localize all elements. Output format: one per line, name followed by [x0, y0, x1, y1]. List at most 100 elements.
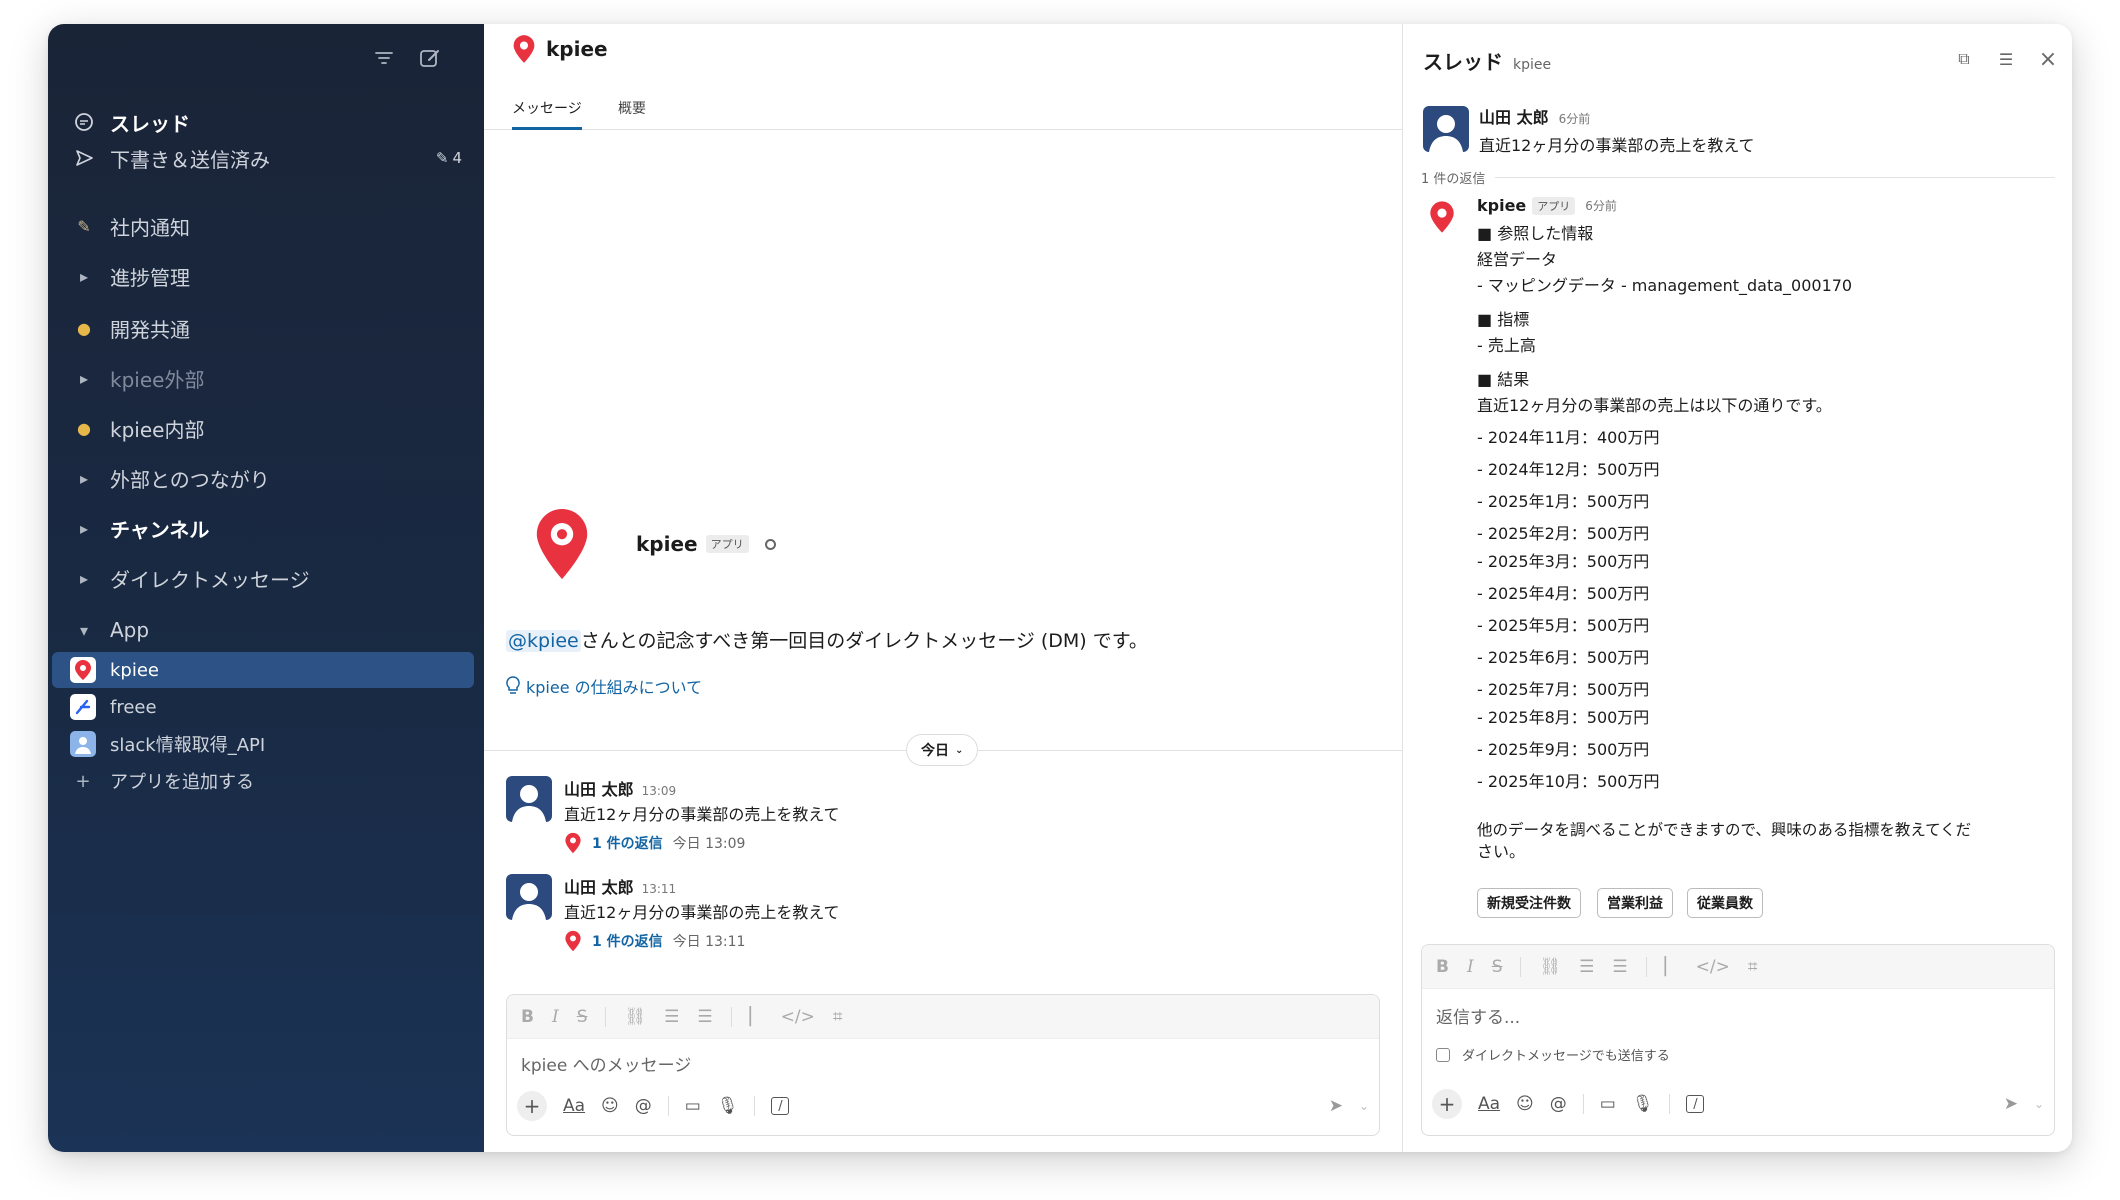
sidebar-item-kpiee-external[interactable]: ▸ kpiee外部 [70, 360, 462, 396]
open-in-window-icon[interactable]: ⧉ [1951, 46, 1977, 72]
reply-count-label: 1 件の返信 [1421, 172, 1486, 187]
emoji-icon[interactable]: ☺ [1516, 1094, 1534, 1114]
video-icon[interactable]: ▭ [685, 1096, 701, 1116]
tab-messages[interactable]: メッセージ [512, 98, 582, 130]
message-author: 山田 太郎 13:11 [564, 874, 676, 898]
strikethrough-icon[interactable]: S [577, 1007, 588, 1027]
text-format-icon[interactable]: Aa [1478, 1094, 1500, 1114]
also-send-option[interactable]: ダイレクトメッセージでも送信する [1436, 1045, 1670, 1064]
sidebar-app-freee[interactable]: freee [52, 689, 474, 725]
thread-reply-link[interactable]: 1 件の返信 今日 13:11 [564, 930, 745, 952]
author-name[interactable]: kpiee [1477, 196, 1526, 215]
sidebar-app-slack-api[interactable]: slack情報取得_API [52, 726, 474, 762]
italic-icon[interactable]: I [552, 1007, 559, 1027]
bullet-list-icon[interactable]: ☰ [697, 1007, 712, 1027]
slash-command-icon[interactable]: / [771, 1097, 790, 1115]
author-name[interactable]: 山田 太郎 [1479, 108, 1549, 127]
send-icon[interactable]: ➤ [1329, 1096, 1343, 1116]
sidebar-item-channels[interactable]: ▸ チャンネル [70, 510, 462, 546]
code-icon[interactable]: </> [1696, 957, 1730, 977]
divider [754, 1096, 756, 1116]
chip-employees-button[interactable]: 従業員数 [1687, 888, 1763, 918]
microphone-icon[interactable]: 🎙 [717, 1096, 739, 1116]
code-icon[interactable]: </> [781, 1007, 815, 1027]
ordered-list-icon[interactable]: ☰ [1579, 957, 1594, 977]
app-window: スレッド 下書き＆送信済み ✎ 4 ✎ 社内通知 ▸ 進捗管理 ● 開発共通 ▸ … [48, 24, 2072, 1152]
how-it-works-link[interactable]: kpiee の仕組みについて [506, 674, 702, 698]
reply-count[interactable]: 1 件の返信 [592, 833, 663, 853]
mention-link[interactable]: @kpiee [506, 630, 581, 652]
sidebar-item-label: kpiee外部 [110, 367, 205, 392]
bold-icon[interactable]: B [1436, 957, 1449, 977]
code-block-icon[interactable]: ⌗ [1748, 957, 1758, 977]
link-icon[interactable]: ⛓ [624, 1007, 646, 1027]
sidebar-item-progress[interactable]: ▸ 進捗管理 [70, 258, 462, 294]
message-time[interactable]: 13:09 [642, 784, 677, 798]
user-avatar[interactable] [1423, 106, 1469, 152]
sidebar-item-dms[interactable]: ▸ ダイレクトメッセージ [70, 560, 462, 596]
sidebar-item-threads[interactable]: スレッド [70, 104, 462, 140]
link-icon[interactable]: ⛓ [1539, 957, 1561, 977]
reply-count[interactable]: 1 件の返信 [592, 931, 663, 951]
channel-title[interactable]: kpiee [512, 34, 608, 64]
blockquote-icon[interactable]: ▏ [1665, 957, 1678, 977]
sidebar-item-label: 下書き＆送信済み [110, 147, 270, 172]
text-format-icon[interactable]: Aa [563, 1096, 585, 1116]
chip-operating-profit-button[interactable]: 営業利益 [1597, 888, 1673, 918]
chevron-down-icon[interactable]: ⌄ [2034, 1097, 2044, 1111]
sidebar-item-connections[interactable]: ▸ 外部とのつながり [70, 460, 462, 496]
blockquote-icon[interactable]: ▏ [750, 1007, 763, 1027]
italic-icon[interactable]: I [1467, 957, 1474, 977]
reply-line: - 2025年7月：500万円 [1477, 680, 1650, 699]
author-name[interactable]: 山田 太郎 [564, 878, 634, 897]
mention-icon[interactable]: @ [635, 1096, 652, 1116]
date-divider-button[interactable]: 今日 ⌄ [906, 734, 979, 766]
user-avatar[interactable] [506, 776, 552, 822]
chevron-down-icon[interactable]: ⌄ [1359, 1099, 1369, 1113]
mention-icon[interactable]: @ [1550, 1094, 1567, 1114]
pin-icon: ✎ [77, 216, 91, 236]
sidebar-item-kpiee-internal[interactable]: ● kpiee内部 [70, 410, 462, 446]
sidebar-item-drafts[interactable]: 下書き＆送信済み ✎ 4 [70, 140, 462, 176]
slash-command-icon[interactable]: / [1686, 1095, 1705, 1113]
author-name[interactable]: 山田 太郎 [564, 780, 634, 799]
message-text: 直近12ヶ月分の事業部の売上を教えて [564, 805, 840, 824]
sidebar-item-notice[interactable]: ✎ 社内通知 [70, 208, 462, 244]
chip-new-orders-button[interactable]: 新規受注件数 [1477, 888, 1581, 918]
sidebar-item-label: 社内通知 [110, 215, 190, 240]
message-time[interactable]: 6分前 [1585, 197, 1617, 214]
message-input[interactable]: kpiee へのメッセージ [521, 1051, 691, 1076]
plus-icon[interactable]: + [517, 1091, 547, 1121]
compose-icon[interactable] [416, 44, 444, 72]
video-icon[interactable]: ▭ [1600, 1094, 1616, 1114]
kpiee-avatar-icon[interactable] [1429, 200, 1455, 238]
checkbox[interactable] [1436, 1047, 1450, 1062]
sidebar-app-kpiee[interactable]: kpiee [52, 652, 474, 688]
bullet-list-icon[interactable]: ☰ [1612, 957, 1627, 977]
reply-line: - 2024年11月：400万円 [1477, 428, 1660, 447]
bold-icon[interactable]: B [521, 1007, 534, 1027]
tab-overview[interactable]: 概要 [618, 98, 646, 127]
send-icon[interactable]: ➤ [2004, 1094, 2018, 1114]
checklist-icon[interactable]: ☰ [1993, 46, 2019, 72]
close-icon[interactable]: × [2035, 46, 2061, 72]
add-app-button[interactable]: + アプリを追加する [52, 763, 474, 799]
message-time[interactable]: 13:11 [642, 882, 677, 896]
plus-icon[interactable]: + [1432, 1089, 1462, 1119]
thread-reply-link[interactable]: 1 件の返信 今日 13:09 [564, 832, 745, 854]
ordered-list-icon[interactable]: ☰ [664, 1007, 679, 1027]
filter-icon[interactable] [370, 44, 398, 72]
reply-line: - 2025年3月：500万円 [1477, 552, 1650, 571]
strikethrough-icon[interactable]: S [1492, 957, 1503, 977]
sidebar-item-dev[interactable]: ● 開発共通 [70, 310, 462, 346]
emoji-icon[interactable]: ☺ [601, 1096, 619, 1116]
sidebar-item-app[interactable]: ▾ App [70, 612, 462, 648]
divider [1520, 956, 1522, 977]
thread-subtitle[interactable]: kpiee [1513, 57, 1551, 73]
reply-input[interactable]: 返信する... [1436, 1003, 1520, 1028]
code-block-icon[interactable]: ⌗ [833, 1007, 843, 1027]
reply-time: 今日 13:11 [672, 934, 746, 950]
user-avatar[interactable] [506, 874, 552, 920]
message-time[interactable]: 6分前 [1559, 112, 1591, 126]
microphone-icon[interactable]: 🎙 [1632, 1094, 1654, 1114]
